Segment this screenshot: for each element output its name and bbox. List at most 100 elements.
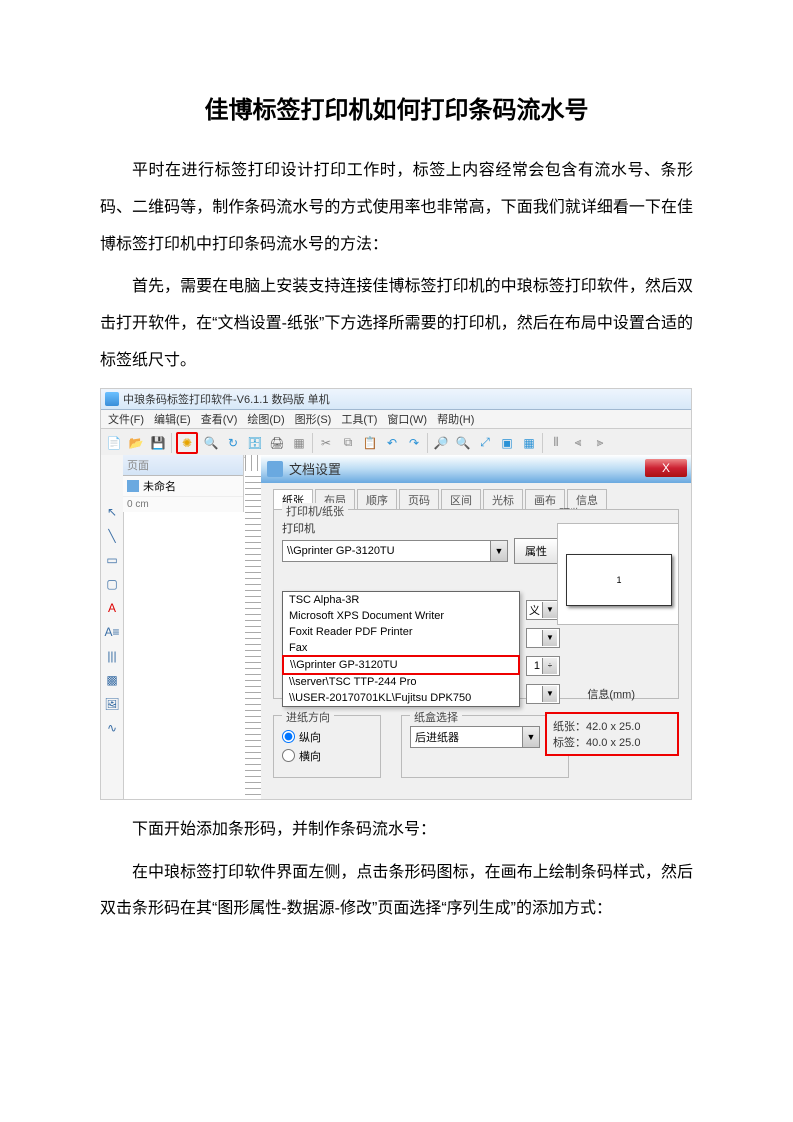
paragraph-3: 下面开始添加条形码，并制作条码流水号： (100, 812, 693, 849)
chevron-down-icon[interactable]: ▼ (490, 541, 507, 561)
app-screenshot: 中琅条码标签打印软件-V6.1.1 数码版 单机 文件(F) 编辑(E) 查看(… (100, 388, 692, 800)
info-line-1: 纸张：42.0 x 25.0 (553, 718, 671, 734)
properties-button[interactable]: 属性 (514, 538, 558, 564)
save-icon[interactable]: 💾 (149, 434, 167, 452)
sidepanel-header: 页面 (123, 455, 243, 476)
menu-tool[interactable]: 工具(T) (338, 411, 380, 427)
info-line-2: 标签：40.0 x 25.0 (553, 734, 671, 750)
page-thumb-icon (127, 480, 139, 492)
app-menubar: 文件(F) 编辑(E) 查看(V) 绘图(D) 图形(S) 工具(T) 窗口(W… (101, 410, 691, 429)
radio-horizontal[interactable]: 横向 (282, 748, 372, 764)
document-title: 佳博标签打印机如何打印条码流水号 (100, 90, 693, 125)
radio-vertical-input[interactable] (282, 730, 295, 743)
cut-icon[interactable]: ✂ (317, 434, 335, 452)
info-label: 信息(mm) (587, 686, 635, 702)
align3-icon[interactable]: ⫸ (591, 434, 609, 452)
line-icon[interactable]: ╲ (104, 529, 120, 545)
printer-value: \\Gprinter GP-3120TU (287, 545, 395, 557)
docsettings-dialog: 文档设置 X 纸张 布局 顺序 页码 区间 光标 画布 信息 预览 (261, 455, 691, 800)
radio-horizontal-input[interactable] (282, 749, 295, 762)
feed-direction-title: 进纸方向 (282, 709, 334, 725)
dd-1[interactable]: 义▼ (526, 600, 560, 620)
tray-group-title: 纸盒选择 (410, 709, 462, 725)
dd-2[interactable]: ▼ (526, 628, 560, 648)
undo-icon[interactable]: ↶ (383, 434, 401, 452)
zoomin-icon[interactable]: 🔎 (432, 434, 450, 452)
opt-2[interactable]: Foxit Reader PDF Printer (283, 624, 519, 640)
menu-file[interactable]: 文件(F) (105, 411, 147, 427)
dialog-icon (267, 461, 283, 477)
dialog-title: 文档设置 (289, 459, 341, 478)
opt-3[interactable]: Fax (283, 640, 519, 656)
opt-1[interactable]: Microsoft XPS Document Writer (283, 608, 519, 624)
paragraph-2: 首先，需要在电脑上安装支持连接佳博标签打印机的中琅标签打印软件，然后双击打开软件… (100, 269, 693, 379)
side-panel: 页面 未命名 0 cm (123, 455, 244, 512)
pointer-icon[interactable]: ↖ (104, 505, 120, 521)
sidepanel-row[interactable]: 未命名 (123, 476, 243, 497)
zoom-icon[interactable]: 🔍 (202, 434, 220, 452)
database-icon[interactable]: 🗄 (246, 434, 264, 452)
sidepanel-unit: 0 cm (123, 497, 243, 512)
menu-edit[interactable]: 编辑(E) (151, 411, 194, 427)
paste-icon[interactable]: 📋 (361, 434, 379, 452)
menu-draw[interactable]: 绘图(D) (244, 411, 287, 427)
zoom100-icon[interactable]: ▣ (498, 434, 516, 452)
menu-shape[interactable]: 图形(S) (292, 411, 335, 427)
dd-4[interactable]: ▼ (526, 684, 560, 704)
preview-label-thumb: 1 (566, 554, 672, 606)
new-icon[interactable]: 📄 (105, 434, 123, 452)
copy-icon[interactable]: ⧉ (339, 434, 357, 452)
tab-page[interactable]: 页码 (399, 489, 439, 510)
chevron-down-icon-2[interactable]: ▼ (522, 727, 539, 747)
align2-icon[interactable]: ⫷ (569, 434, 587, 452)
refresh-icon[interactable]: ↻ (224, 434, 242, 452)
app-icon (105, 392, 119, 406)
opt-6[interactable]: \\USER-20170701KL\Fujitsu DPK750 (283, 690, 519, 706)
toolbar-divider (171, 433, 172, 453)
fit-icon[interactable]: ⤢ (476, 434, 494, 452)
align-icon[interactable]: ⫴ (547, 434, 565, 452)
tray-combo[interactable]: 后进纸器 ▼ (410, 726, 540, 748)
printer-group-title: 打印机/纸张 (282, 503, 348, 519)
tray-value: 后进纸器 (415, 729, 459, 745)
radio-vertical[interactable]: 纵向 (282, 729, 372, 745)
preview-box: 1 (557, 523, 679, 625)
info-box: 纸张：42.0 x 25.0 标签：40.0 x 25.0 (545, 712, 679, 756)
barcode-icon[interactable]: ||| (104, 649, 120, 665)
tab-order[interactable]: 顺序 (357, 489, 397, 510)
curve-icon[interactable]: ∿ (104, 721, 120, 737)
tray-group: 纸盒选择 后进纸器 ▼ (401, 715, 569, 778)
redo-icon[interactable]: ↷ (405, 434, 423, 452)
app-title: 中琅条码标签打印软件-V6.1.1 数码版 单机 (123, 391, 330, 407)
printer-dropdown[interactable]: TSC Alpha-3R Microsoft XPS Document Writ… (282, 591, 520, 707)
richtext-icon[interactable]: A≡ (104, 625, 120, 641)
docsettings-icon[interactable]: ✺ (176, 432, 198, 454)
dd-spin[interactable]: 1÷ (526, 656, 560, 676)
side-dropdowns: 义▼ ▼ 1÷ ▼ (526, 600, 560, 704)
close-button[interactable]: X (645, 459, 687, 477)
printer-combo[interactable]: \\Gprinter GP-3120TU ▼ (282, 540, 508, 562)
zoomout-icon[interactable]: 🔍 (454, 434, 472, 452)
print-icon[interactable]: 🖨 (268, 434, 286, 452)
opt-0[interactable]: TSC Alpha-3R (283, 592, 519, 608)
menu-help[interactable]: 帮助(H) (434, 411, 477, 427)
workarea: ↖ ╲ ▭ ▢ A A≡ ||| ▩ 🖼 ∿ 页面 未命名 0 cm (101, 455, 691, 799)
opt-5[interactable]: \\server\TSC TTP-244 Pro (283, 674, 519, 690)
opt-4-selected[interactable]: \\Gprinter GP-3120TU (282, 655, 520, 675)
paragraph-4: 在中琅标签打印软件界面左侧，点击条形码图标，在画布上绘制条码样式，然后双击条形码… (100, 855, 693, 929)
tab-section[interactable]: 区间 (441, 489, 481, 510)
image-icon[interactable]: 🖼 (104, 697, 120, 713)
tab-cursor[interactable]: 光标 (483, 489, 523, 510)
grid-icon[interactable]: ▦ (290, 434, 308, 452)
toolbar-divider-4 (542, 433, 543, 453)
menu-window[interactable]: 窗口(W) (384, 411, 430, 427)
zoom-all-icon[interactable]: ▦ (520, 434, 538, 452)
qrcode-icon[interactable]: ▩ (104, 673, 120, 689)
rect-icon[interactable]: ▭ (104, 553, 120, 569)
text-icon[interactable]: A (104, 601, 120, 617)
rect2-icon[interactable]: ▢ (104, 577, 120, 593)
radio-vertical-label: 纵向 (299, 729, 321, 745)
menu-view[interactable]: 查看(V) (198, 411, 241, 427)
open-icon[interactable]: 📂 (127, 434, 145, 452)
sidepanel-row-label: 未命名 (143, 478, 176, 494)
